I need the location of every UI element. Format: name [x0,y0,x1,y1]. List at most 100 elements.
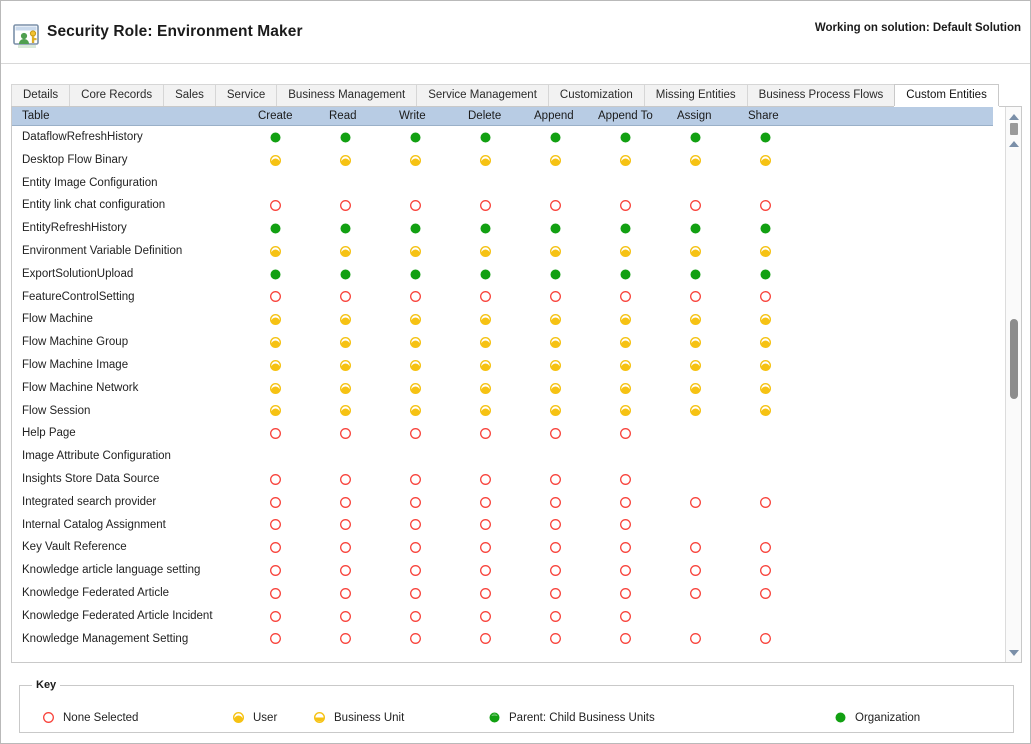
privilege-cell-write[interactable] [406,354,424,377]
user-privilege-icon[interactable] [759,154,772,167]
privilege-cell-assign[interactable] [686,217,704,240]
privilege-cell-delete[interactable] [476,422,494,445]
organization-privilege-icon[interactable] [409,222,422,235]
privilege-cell-assign[interactable] [686,536,704,559]
none-privilege-icon[interactable] [759,541,772,554]
user-privilege-icon[interactable] [689,154,702,167]
tab-custom-entities[interactable]: Custom Entities [894,84,999,106]
none-privilege-icon[interactable] [759,199,772,212]
privilege-cell-delete[interactable] [476,491,494,514]
user-privilege-icon[interactable] [759,313,772,326]
user-privilege-icon[interactable] [269,313,282,326]
none-privilege-icon[interactable] [689,290,702,303]
privilege-cell-read[interactable] [336,468,354,491]
none-privilege-icon[interactable] [549,610,562,623]
none-privilege-icon[interactable] [269,496,282,509]
privilege-cell-append-to[interactable] [616,536,634,559]
user-privilege-icon[interactable] [759,404,772,417]
none-privilege-icon[interactable] [549,541,562,554]
organization-privilege-icon[interactable] [269,131,282,144]
user-privilege-icon[interactable] [269,154,282,167]
none-privilege-icon[interactable] [479,496,492,509]
organization-privilege-icon[interactable] [689,268,702,281]
privilege-cell-append-to[interactable] [616,149,634,172]
user-privilege-icon[interactable] [269,359,282,372]
privilege-cell-read[interactable] [336,582,354,605]
privilege-cell-read[interactable] [336,286,354,309]
privilege-cell-read[interactable] [336,400,354,423]
none-privilege-icon[interactable] [759,564,772,577]
organization-privilege-icon[interactable] [549,268,562,281]
none-privilege-icon[interactable] [549,564,562,577]
tab-missing-entities[interactable]: Missing Entities [643,84,748,106]
none-privilege-icon[interactable] [619,496,632,509]
none-privilege-icon[interactable] [339,587,352,600]
privilege-cell-assign[interactable] [686,263,704,286]
user-privilege-icon[interactable] [479,245,492,258]
privilege-cell-append[interactable] [546,194,564,217]
none-privilege-icon[interactable] [549,290,562,303]
user-privilege-icon[interactable] [339,404,352,417]
tab-service[interactable]: Service [214,84,278,106]
privilege-cell-append-to[interactable] [616,286,634,309]
user-privilege-icon[interactable] [339,382,352,395]
none-privilege-icon[interactable] [619,199,632,212]
none-privilege-icon[interactable] [339,518,352,531]
privilege-cell-write[interactable] [406,263,424,286]
privilege-cell-append-to[interactable] [616,559,634,582]
privilege-cell-create[interactable] [266,468,284,491]
privilege-cell-append-to[interactable] [616,582,634,605]
privilege-cell-write[interactable] [406,331,424,354]
none-privilege-icon[interactable] [269,541,282,554]
privilege-cell-create[interactable] [266,331,284,354]
tab-business-process-flows[interactable]: Business Process Flows [746,84,896,106]
privilege-cell-read[interactable] [336,149,354,172]
privilege-cell-assign[interactable] [686,400,704,423]
column-header-delete[interactable]: Delete [468,107,501,126]
none-privilege-icon[interactable] [689,564,702,577]
privilege-cell-read[interactable] [336,354,354,377]
privilege-cell-create[interactable] [266,126,284,149]
privilege-cell-append[interactable] [546,308,564,331]
privilege-cell-append[interactable] [546,149,564,172]
privilege-cell-delete[interactable] [476,605,494,628]
privilege-cell-write[interactable] [406,536,424,559]
user-privilege-icon[interactable] [409,313,422,326]
none-privilege-icon[interactable] [409,587,422,600]
user-privilege-icon[interactable] [409,404,422,417]
privilege-cell-create[interactable] [266,628,284,651]
table-row[interactable]: ExportSolutionUpload [12,263,993,286]
privilege-cell-write[interactable] [406,491,424,514]
user-privilege-icon[interactable] [689,404,702,417]
privilege-cell-delete[interactable] [476,286,494,309]
privilege-cell-assign[interactable] [686,308,704,331]
none-privilege-icon[interactable] [689,496,702,509]
scroll-down-arrow[interactable] [1006,645,1021,660]
privilege-cell-assign[interactable] [686,491,704,514]
none-privilege-icon[interactable] [619,290,632,303]
privilege-cell-read[interactable] [336,377,354,400]
privilege-cell-delete[interactable] [476,308,494,331]
privilege-cell-delete[interactable] [476,126,494,149]
grid-vertical-scrollbar[interactable] [1005,107,1021,662]
table-row[interactable]: Image Attribute Configuration [12,445,993,468]
user-privilege-icon[interactable] [549,336,562,349]
user-privilege-icon[interactable] [689,245,702,258]
user-privilege-icon[interactable] [619,404,632,417]
privilege-cell-share[interactable] [756,286,774,309]
user-privilege-icon[interactable] [619,359,632,372]
none-privilege-icon[interactable] [549,496,562,509]
table-row[interactable]: Help Page [12,422,993,445]
user-privilege-icon[interactable] [619,245,632,258]
privilege-cell-assign[interactable] [686,126,704,149]
none-privilege-icon[interactable] [339,290,352,303]
privilege-cell-read[interactable] [336,605,354,628]
privilege-cell-append[interactable] [546,286,564,309]
organization-privilege-icon[interactable] [689,131,702,144]
none-privilege-icon[interactable] [409,290,422,303]
privilege-cell-append[interactable] [546,126,564,149]
organization-privilege-icon[interactable] [269,222,282,235]
organization-privilege-icon[interactable] [689,222,702,235]
privilege-cell-write[interactable] [406,422,424,445]
none-privilege-icon[interactable] [269,518,282,531]
